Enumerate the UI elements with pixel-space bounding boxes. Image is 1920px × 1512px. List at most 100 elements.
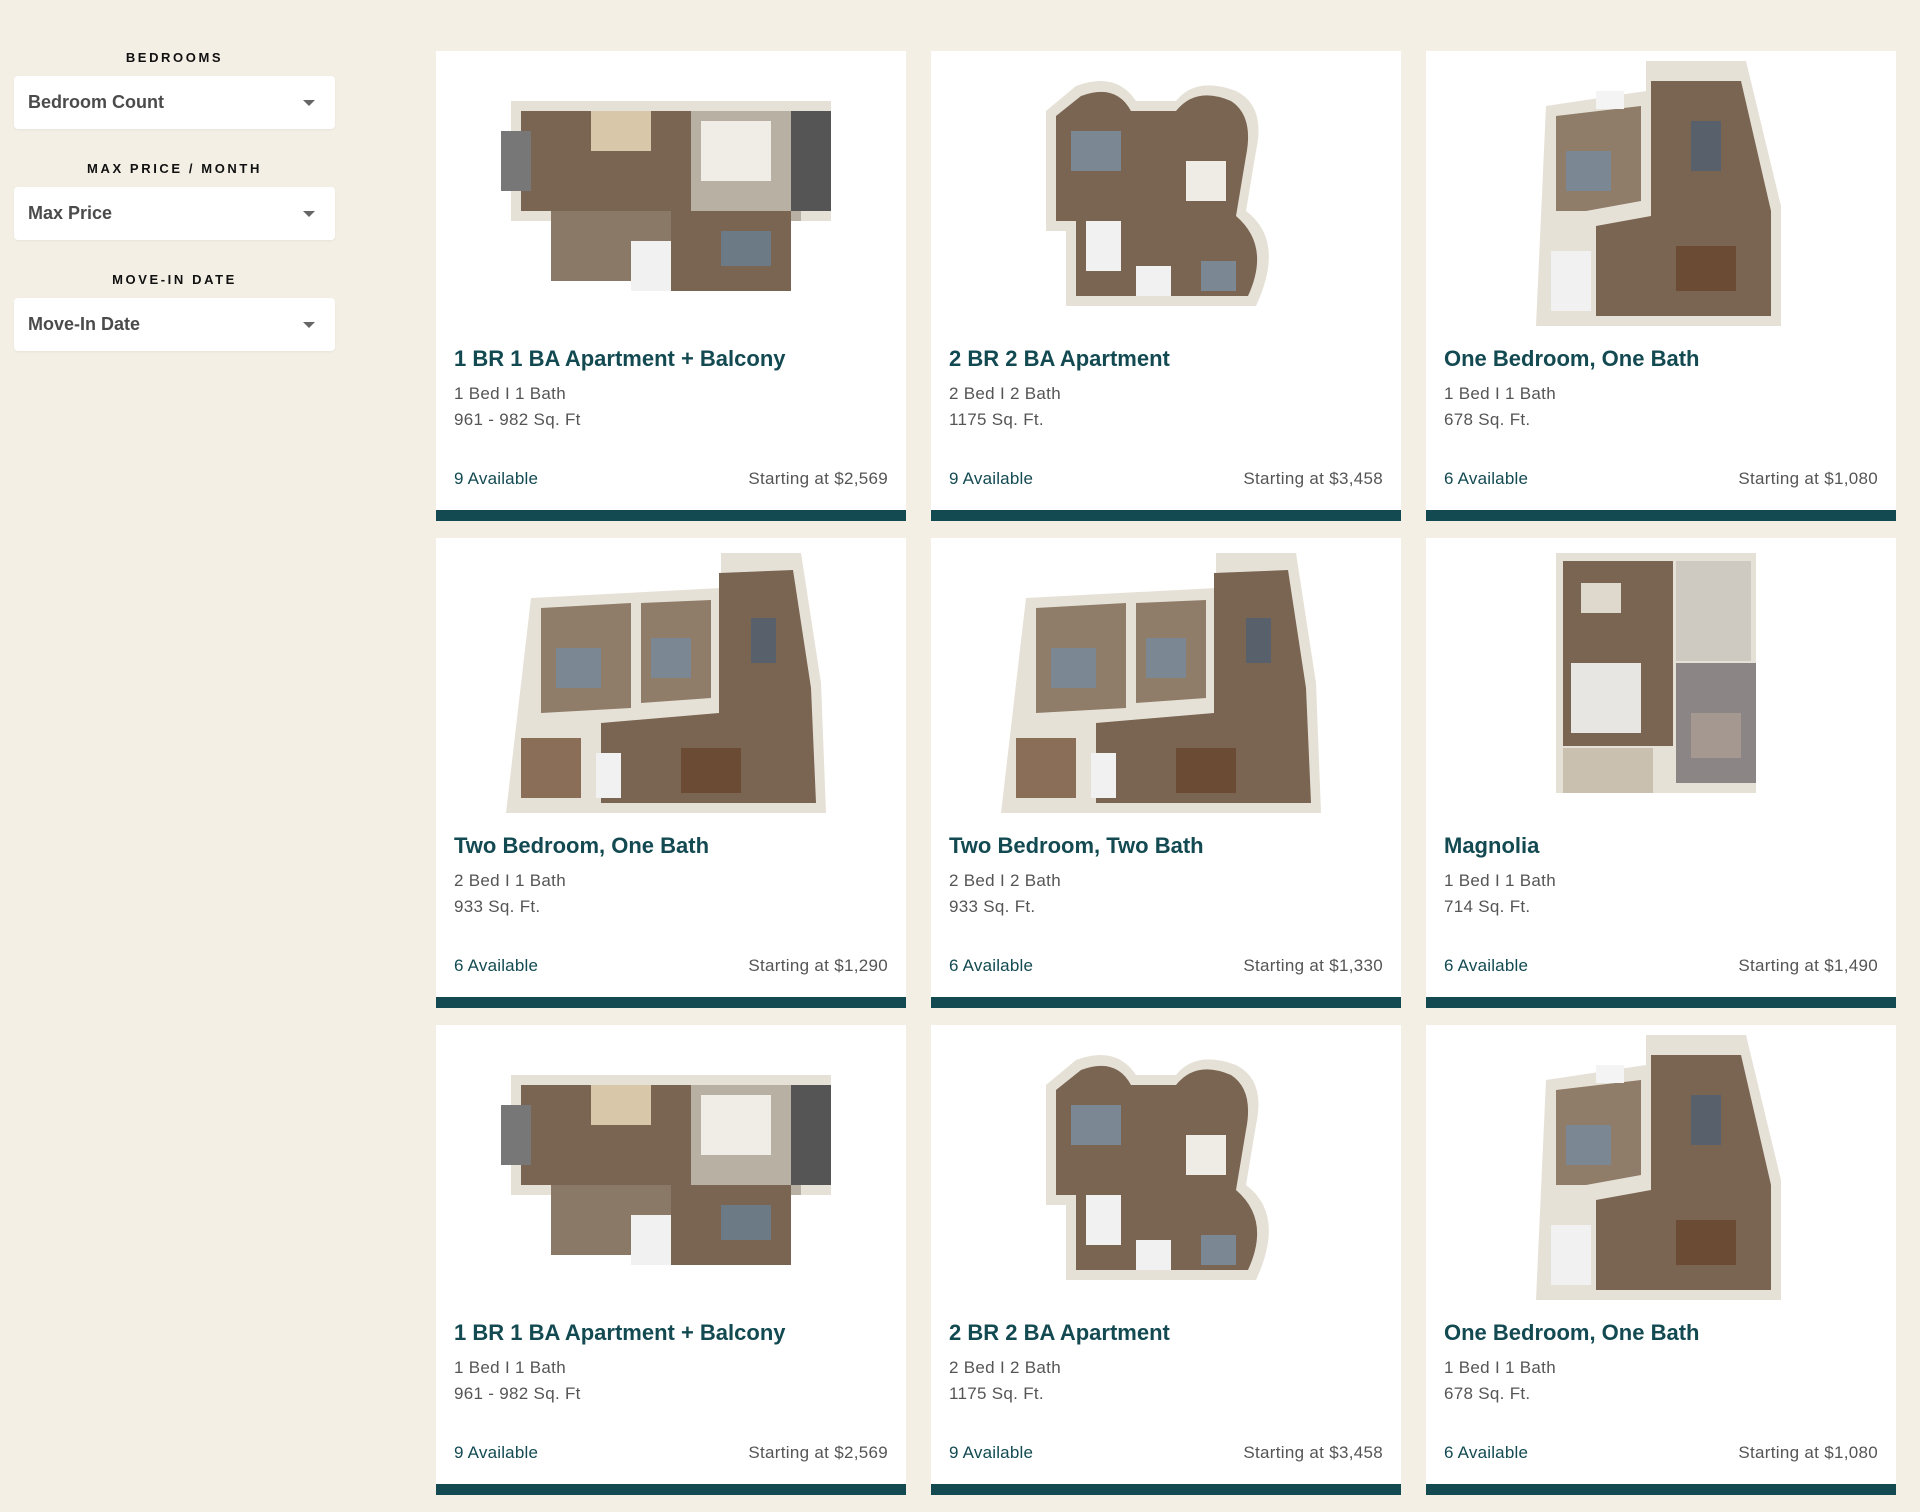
availability-count[interactable]: 6 Available (1444, 1443, 1528, 1463)
bed-bath-count: 1 Bed I 1 Bath (1444, 871, 1556, 890)
floor-plan-title: 2 BR 2 BA Apartment (949, 346, 1170, 371)
floor-plan-illustration (1046, 81, 1269, 306)
bed-bath-count: 1 Bed I 1 Bath (1444, 1358, 1556, 1377)
floor-plan-card-8[interactable]: 2 BR 2 BA Apartment 2 Bed I 2 Bath 1175 … (931, 1025, 1401, 1495)
floor-plan-illustration (501, 101, 831, 291)
bed-bath-count: 1 Bed I 1 Bath (1444, 384, 1556, 403)
availability-count[interactable]: 9 Available (949, 1443, 1033, 1463)
availability-count[interactable]: 6 Available (454, 956, 538, 976)
square-footage: 961 - 982 Sq. Ft (454, 1384, 581, 1403)
card-footer: 6 Available Starting at $1,080 (1444, 1443, 1878, 1463)
card-footer: 6 Available Starting at $1,330 (949, 956, 1383, 976)
filter-label: BEDROOMS (125, 50, 224, 65)
card-body: 1 BR 1 BA Apartment + Balcony 1 Bed I 1 … (454, 346, 888, 433)
floor-plan-illustration (1536, 1035, 1781, 1300)
card-footer: 6 Available Starting at $1,080 (1444, 469, 1878, 489)
availability-count[interactable]: 6 Available (949, 956, 1033, 976)
floor-plan-card-2[interactable]: 2 BR 2 BA Apartment 2 Bed I 2 Bath 1175 … (931, 51, 1401, 521)
filter-bedrooms: BEDROOMS Bedroom Count (14, 50, 335, 129)
floor-plan-card-9[interactable]: One Bedroom, One Bath 1 Bed I 1 Bath 678… (1426, 1025, 1896, 1495)
bed-bath-count: 2 Bed I 1 Bath (454, 871, 566, 890)
floor-plan-illustration (1556, 553, 1756, 793)
floor-plan-title: Magnolia (1444, 833, 1540, 858)
floor-plan-image (1426, 538, 1896, 828)
move-in-date-dropdown[interactable]: Move-In Date (14, 298, 335, 351)
square-footage: 1175 Sq. Ft. (949, 410, 1044, 429)
card-body: 2 BR 2 BA Apartment 2 Bed I 2 Bath 1175 … (949, 1320, 1383, 1407)
floor-plan-card-3[interactable]: One Bedroom, One Bath 1 Bed I 1 Bath 678… (1426, 51, 1896, 521)
card-body: One Bedroom, One Bath 1 Bed I 1 Bath 678… (1444, 1320, 1878, 1407)
card-footer: 9 Available Starting at $3,458 (949, 1443, 1383, 1463)
card-body: 1 BR 1 BA Apartment + Balcony 1 Bed I 1 … (454, 1320, 888, 1407)
dropdown-value: Move-In Date (28, 314, 141, 334)
card-footer: 9 Available Starting at $3,458 (949, 469, 1383, 489)
floor-plan-card-1[interactable]: 1 BR 1 BA Apartment + Balcony 1 Bed I 1 … (436, 51, 906, 521)
card-body: Two Bedroom, One Bath 2 Bed I 1 Bath 933… (454, 833, 888, 920)
square-footage: 933 Sq. Ft. (949, 897, 1036, 916)
filter-label: MAX PRICE / MONTH (87, 161, 262, 176)
availability-count[interactable]: 9 Available (949, 469, 1033, 489)
square-footage: 1175 Sq. Ft. (949, 1384, 1044, 1403)
floor-plan-illustration (1001, 553, 1321, 813)
card-footer: 9 Available Starting at $2,569 (454, 469, 888, 489)
floor-plan-image (931, 538, 1401, 828)
card-footer: 9 Available Starting at $2,569 (454, 1443, 888, 1463)
caret-down-icon (303, 99, 315, 106)
square-footage: 933 Sq. Ft. (454, 897, 541, 916)
dropdown-value: Bedroom Count (28, 92, 164, 112)
floor-plan-image (436, 51, 906, 341)
caret-down-icon (303, 321, 315, 328)
starting-price: Starting at $1,490 (1738, 956, 1878, 975)
floor-plan-image (436, 1025, 906, 1315)
filter-label: MOVE-IN DATE (112, 272, 237, 287)
card-body: Two Bedroom, Two Bath 2 Bed I 2 Bath 933… (949, 833, 1383, 920)
floor-plan-illustration (506, 553, 826, 813)
bed-bath-count: 1 Bed I 1 Bath (454, 384, 566, 403)
square-footage: 678 Sq. Ft. (1444, 410, 1531, 429)
floor-plan-title: 1 BR 1 BA Apartment + Balcony (454, 1320, 786, 1345)
filter-sidebar: BEDROOMS Bedroom Count MAX PRICE / MONTH… (14, 50, 335, 383)
floor-plan-card-5[interactable]: Two Bedroom, Two Bath 2 Bed I 2 Bath 933… (931, 538, 1401, 1008)
floor-plan-image (1426, 1025, 1896, 1315)
floor-plan-title: Two Bedroom, One Bath (454, 833, 710, 858)
floor-plan-title: Two Bedroom, Two Bath (949, 833, 1204, 858)
floor-plan-illustration (1536, 61, 1781, 326)
max-price-dropdown[interactable]: Max Price (14, 187, 335, 240)
floor-plan-title: 1 BR 1 BA Apartment + Balcony (454, 346, 786, 371)
floor-plan-illustration (501, 1075, 831, 1265)
square-footage: 961 - 982 Sq. Ft (454, 410, 581, 429)
bed-bath-count: 2 Bed I 2 Bath (949, 384, 1061, 403)
floor-plan-title: 2 BR 2 BA Apartment (949, 1320, 1170, 1345)
starting-price: Starting at $2,569 (748, 1443, 888, 1462)
floor-plan-title: One Bedroom, One Bath (1444, 346, 1700, 371)
floor-plan-image (931, 1025, 1401, 1315)
availability-count[interactable]: 9 Available (454, 1443, 538, 1463)
availability-count[interactable]: 6 Available (1444, 956, 1528, 976)
starting-price: Starting at $3,458 (1243, 1443, 1383, 1462)
bedroom-count-dropdown[interactable]: Bedroom Count (14, 76, 335, 129)
floor-plan-card-7[interactable]: 1 BR 1 BA Apartment + Balcony 1 Bed I 1 … (436, 1025, 906, 1495)
starting-price: Starting at $2,569 (748, 469, 888, 488)
availability-count[interactable]: 9 Available (454, 469, 538, 489)
bed-bath-count: 1 Bed I 1 Bath (454, 1358, 566, 1377)
starting-price: Starting at $1,290 (748, 956, 888, 975)
square-footage: 714 Sq. Ft. (1444, 897, 1531, 916)
floor-plan-image (436, 538, 906, 828)
bed-bath-count: 2 Bed I 2 Bath (949, 1358, 1061, 1377)
starting-price: Starting at $3,458 (1243, 469, 1383, 488)
floor-plan-image (1426, 51, 1896, 341)
bed-bath-count: 2 Bed I 2 Bath (949, 871, 1061, 890)
card-footer: 6 Available Starting at $1,290 (454, 956, 888, 976)
starting-price: Starting at $1,080 (1738, 1443, 1878, 1462)
dropdown-value: Max Price (28, 203, 113, 223)
floor-plan-card-6[interactable]: Magnolia 1 Bed I 1 Bath 714 Sq. Ft. 6 Av… (1426, 538, 1896, 1008)
floor-plan-image (931, 51, 1401, 341)
filter-move-in-date: MOVE-IN DATE Move-In Date (14, 272, 335, 351)
availability-count[interactable]: 6 Available (1444, 469, 1528, 489)
starting-price: Starting at $1,080 (1738, 469, 1878, 488)
card-body: One Bedroom, One Bath 1 Bed I 1 Bath 678… (1444, 346, 1878, 433)
card-body: Magnolia 1 Bed I 1 Bath 714 Sq. Ft. (1444, 833, 1878, 920)
floor-plan-card-4[interactable]: Two Bedroom, One Bath 2 Bed I 1 Bath 933… (436, 538, 906, 1008)
starting-price: Starting at $1,330 (1243, 956, 1383, 975)
filter-max-price: MAX PRICE / MONTH Max Price (14, 161, 335, 240)
